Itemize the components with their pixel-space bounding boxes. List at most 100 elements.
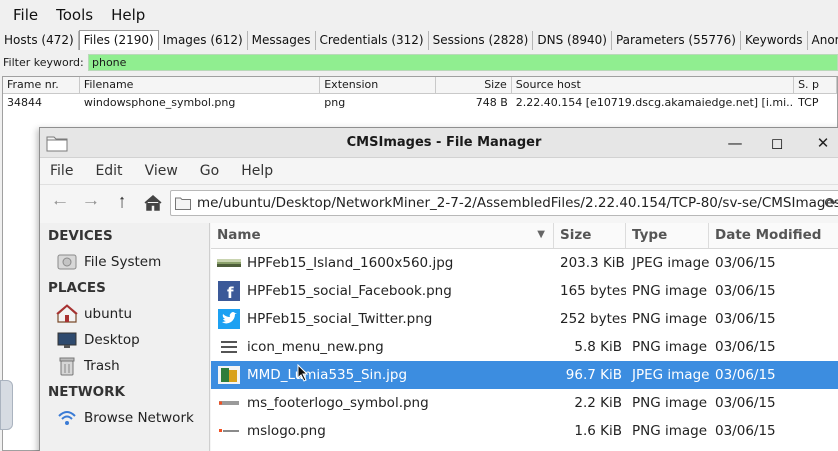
menu-file[interactable]: File	[4, 6, 47, 24]
file-size: 1.6 KiB	[574, 423, 622, 439]
list-item[interactable]: ms_footerlogo_symbol.png 2.2 KiB PNG ima…	[211, 389, 838, 417]
tab-hosts[interactable]: Hosts (472)	[0, 31, 79, 50]
window-title: CMSImages - File Manager	[346, 134, 542, 150]
location-path[interactable]: me/ubuntu/Desktop/NetworkMiner_2-7-2/Ass…	[197, 191, 838, 215]
home-folder-icon	[56, 304, 78, 323]
filter-bar: Filter keyword: phone	[0, 53, 838, 72]
file-type: JPEG image	[632, 255, 709, 271]
location-bar[interactable]: me/ubuntu/Desktop/NetworkMiner_2-7-2/Ass…	[170, 190, 838, 216]
col-filename[interactable]: Filename	[80, 77, 321, 93]
mouse-pointer-icon	[297, 364, 309, 382]
column-name-label: Name	[217, 227, 261, 243]
col-extension[interactable]: Extension	[320, 77, 436, 93]
list-item[interactable]: f HPFeb15_social_Facebook.png 165 bytes …	[211, 277, 838, 305]
sidebar-item-ubuntu[interactable]: ubuntu	[40, 301, 209, 327]
tab-images[interactable]: Images (612)	[159, 31, 248, 50]
fm-menu-go[interactable]: Go	[200, 163, 219, 179]
column-date-modified[interactable]: Date Modified	[709, 223, 838, 248]
hamburger-menu-icon	[221, 341, 237, 353]
network-icon	[58, 411, 76, 425]
desktop-icon	[57, 332, 77, 348]
col-source-host[interactable]: Source host	[512, 77, 795, 93]
file-name: ms_footerlogo_symbol.png	[247, 395, 429, 411]
tab-parameters[interactable]: Parameters (55776)	[612, 31, 741, 50]
list-item[interactable]: HPFeb15_social_Twitter.png 252 bytes PNG…	[211, 305, 838, 333]
file-name-cell: icon_menu_new.png	[211, 337, 554, 357]
tab-anomalies[interactable]: Anomalie	[808, 31, 838, 50]
fm-menu-help[interactable]: Help	[241, 163, 273, 179]
filter-keyword-input[interactable]: phone	[88, 54, 838, 71]
files-table-header: Frame nr. Filename Extension Size Source…	[3, 77, 837, 94]
tab-credentials[interactable]: Credentials (312)	[316, 31, 429, 50]
close-icon[interactable]: ✕	[814, 134, 832, 152]
filter-label: Filter keyword:	[3, 56, 84, 69]
file-name-cell: HPFeb15_social_Twitter.png	[211, 309, 554, 329]
cell-extension: png	[324, 96, 346, 109]
sidebar-item-desktop[interactable]: Desktop	[40, 327, 209, 353]
sidebar-item-file-system[interactable]: File System	[40, 249, 209, 275]
cell-source-port: TCP	[798, 96, 819, 109]
file-type: PNG image	[632, 339, 708, 355]
file-name: icon_menu_new.png	[247, 339, 384, 355]
refresh-icon[interactable]: ⟳	[824, 194, 837, 212]
menu-help[interactable]: Help	[102, 6, 154, 24]
column-name[interactable]: Name ▼	[211, 223, 554, 248]
file-size: 5.8 KiB	[574, 339, 622, 355]
side-panel-handle[interactable]	[0, 380, 13, 430]
networkminer-tabs: Hosts (472) Files (2190) Images (612) Me…	[0, 30, 838, 50]
sidebar-item-label: File System	[84, 254, 162, 270]
up-arrow-icon[interactable]: 🠁	[112, 194, 132, 212]
fm-menu-edit[interactable]: Edit	[95, 163, 122, 179]
tab-sessions[interactable]: Sessions (2828)	[429, 31, 534, 50]
fm-menu-view[interactable]: View	[145, 163, 178, 179]
networkminer-menubar: File Tools Help	[0, 0, 838, 30]
sidebar-item-browse-network[interactable]: Browse Network	[40, 405, 209, 431]
fm-menu-file[interactable]: File	[50, 163, 73, 179]
landscape-thumb-icon	[217, 259, 241, 267]
list-item[interactable]: HPFeb15_Island_1600x560.jpg 203.3 KiB JP…	[211, 249, 838, 277]
file-date: 03/06/15	[715, 311, 776, 327]
file-list: Name ▼ Size Type Date Modified HPFeb15_I…	[211, 223, 838, 451]
tab-files[interactable]: Files (2190)	[78, 30, 159, 50]
tab-messages[interactable]: Messages	[248, 31, 316, 50]
col-size[interactable]: Size	[436, 77, 512, 93]
phone-thumb-icon	[218, 366, 240, 384]
sidebar-item-trash[interactable]: Trash	[40, 353, 209, 379]
col-frame-nr[interactable]: Frame nr.	[3, 77, 80, 93]
list-item[interactable]: mslogo.png 1.6 KiB PNG image 03/06/15	[211, 417, 838, 445]
cell-size: 748 B	[475, 96, 508, 109]
file-name-cell: MMD_Lumia535_Sin.jpg	[211, 365, 554, 385]
forward-arrow-icon[interactable]: 🠂	[81, 194, 101, 212]
tab-keywords[interactable]: Keywords	[741, 31, 808, 50]
maximize-icon[interactable]: ◻	[768, 134, 786, 152]
cell-filename: windowsphone_symbol.png	[83, 96, 236, 109]
twitter-icon	[218, 309, 240, 329]
file-manager-titlebar[interactable]: CMSImages - File Manager — ◻ ✕	[40, 128, 838, 158]
sort-down-icon: ▼	[537, 229, 545, 240]
file-name: HPFeb15_social_Twitter.png	[247, 311, 433, 327]
file-name: HPFeb15_social_Facebook.png	[247, 283, 452, 299]
file-name-cell: ms_footerlogo_symbol.png	[211, 393, 554, 413]
col-source-port[interactable]: S. p	[794, 77, 837, 93]
places-sidebar: DEVICES File System PLACES ubuntu Deskto…	[40, 223, 210, 451]
devices-heading: DEVICES	[48, 228, 113, 244]
home-icon[interactable]	[143, 194, 163, 212]
sidebar-item-label: Browse Network	[84, 410, 194, 426]
column-type[interactable]: Type	[626, 223, 709, 248]
file-name-cell: mslogo.png	[211, 421, 554, 441]
file-date: 03/06/15	[715, 283, 776, 299]
cell-source-host: 2.22.40.154 [e10719.dscg.akamaiedge.net]…	[515, 96, 795, 109]
file-size: 165 bytes	[560, 283, 626, 299]
file-date: 03/06/15	[715, 395, 776, 411]
file-manager-menubar: File Edit View Go Help	[40, 158, 838, 185]
menu-tools[interactable]: Tools	[47, 6, 102, 24]
column-size[interactable]: Size	[554, 223, 626, 248]
minimize-icon[interactable]: —	[726, 134, 744, 152]
tab-dns[interactable]: DNS (8940)	[533, 31, 612, 50]
file-type: PNG image	[632, 395, 708, 411]
back-arrow-icon[interactable]: 🠀	[50, 194, 70, 212]
table-row[interactable]: 34844 windowsphone_symbol.png png 748 B …	[3, 94, 837, 111]
file-type: PNG image	[632, 311, 708, 327]
list-item[interactable]: icon_menu_new.png 5.8 KiB PNG image 03/0…	[211, 333, 838, 361]
cell-frame: 34844	[7, 96, 42, 109]
